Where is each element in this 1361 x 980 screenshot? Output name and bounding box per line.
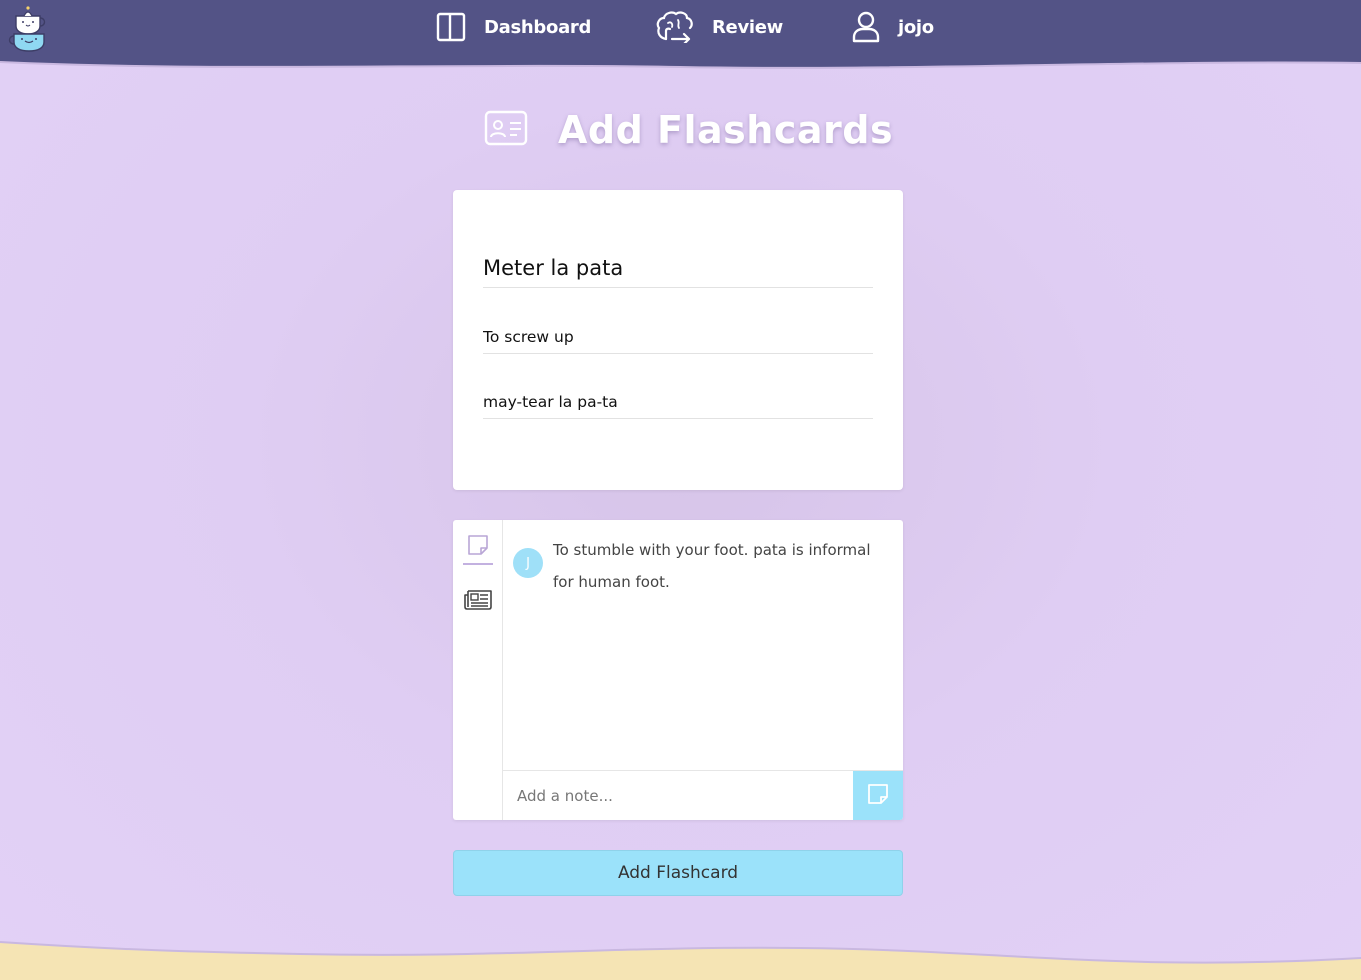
notes-sidebar [453,520,503,820]
add-flashcard-button[interactable]: Add Flashcard [453,850,903,896]
pronunciation-field[interactable] [483,385,873,419]
back-field[interactable] [483,320,873,354]
footer-wave [0,941,1361,980]
notes-panel: J To stumble with your foot. pata is inf… [453,520,903,820]
brain-icon [656,11,694,43]
nav-dashboard-label: Dashboard [484,16,592,38]
nav-review-link[interactable]: Review [656,8,783,46]
book-open-icon [436,12,466,42]
note-text: To stumble with your foot. pata is infor… [553,541,871,591]
tab-notes[interactable] [463,531,493,565]
page-heading: Add Flashcards [484,104,893,156]
front-field[interactable] [483,248,873,288]
sticky-note-icon [466,533,490,561]
sticky-note-icon [866,782,890,809]
top-navbar: Dashboard Review jojo [0,0,1361,70]
id-card-icon [484,110,528,150]
note-input-row [503,770,903,820]
nav-user-link[interactable]: jojo [852,8,934,46]
teacup-stack-logo[interactable] [8,4,52,52]
flashcard-form [453,190,903,490]
nav-dashboard-link[interactable]: Dashboard [436,8,591,46]
tab-news[interactable] [463,585,493,619]
user-icon [852,11,880,43]
notes-list: J To stumble with your foot. pata is inf… [503,520,903,770]
nav-user-label: jojo [898,16,934,38]
newspaper-icon [463,589,493,615]
note-input[interactable] [503,771,853,820]
avatar: J [513,548,543,578]
add-note-button[interactable] [853,771,903,820]
page-title: Add Flashcards [558,108,894,152]
nav-review-label: Review [712,16,784,38]
